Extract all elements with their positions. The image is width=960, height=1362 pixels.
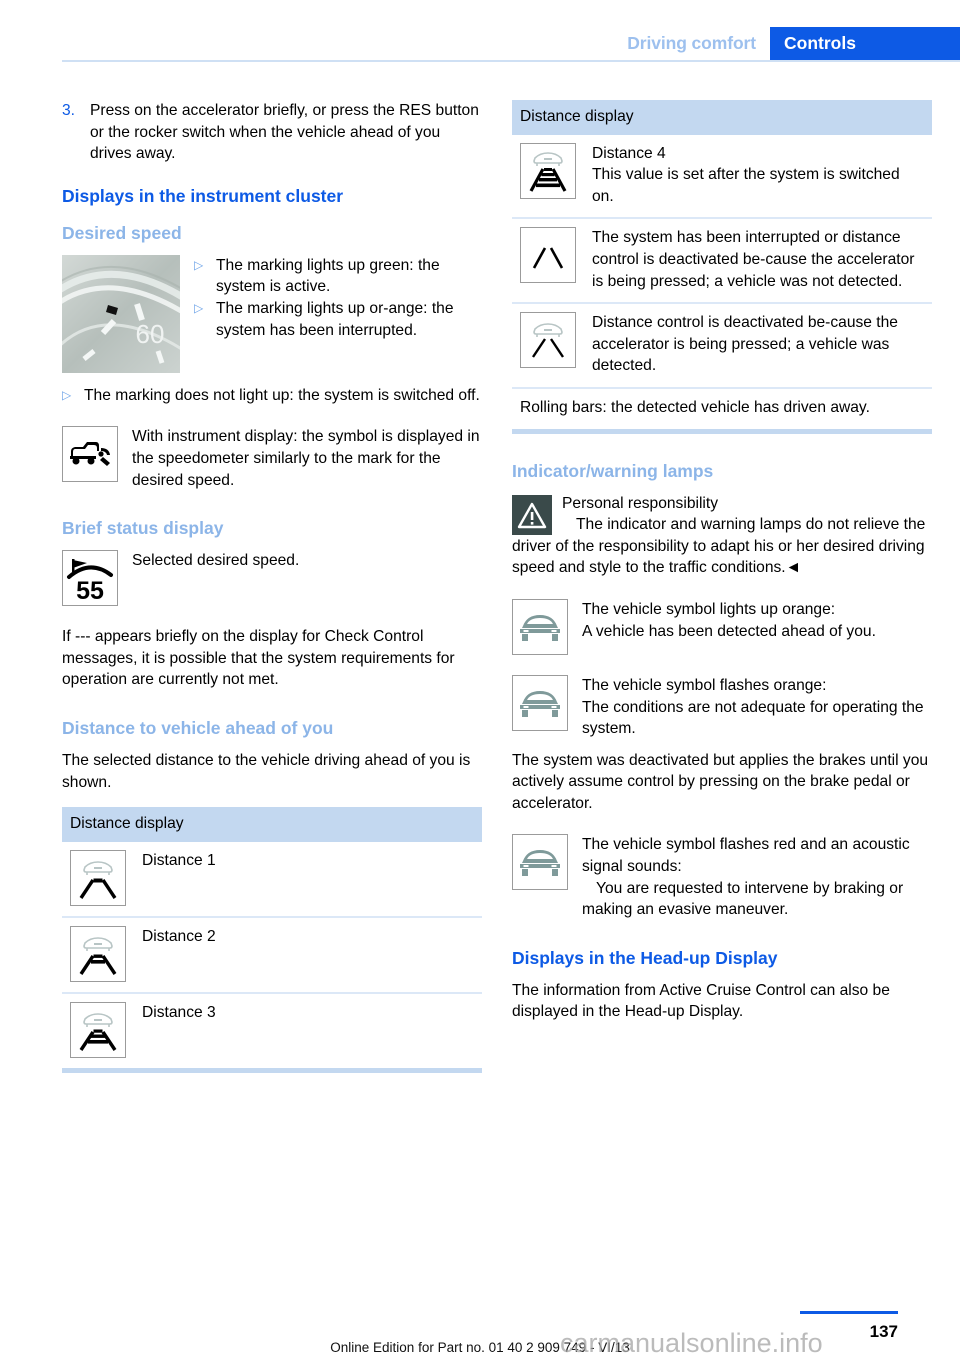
check-control-paragraph: If --- appears briefly on the display fo… bbox=[62, 628, 455, 689]
brief-status-text: Selected desired speed. bbox=[132, 552, 300, 570]
distance-1-icon bbox=[62, 842, 134, 917]
table-cell-text: Distance control is deactivated be-cause… bbox=[584, 302, 932, 388]
brief-status-row: 55 Selected desired speed. bbox=[62, 550, 482, 607]
bullet-item: ▷ The marking lights up green: the syste… bbox=[194, 255, 482, 298]
distance-4-icon bbox=[512, 135, 584, 219]
distance-interrupted-icon bbox=[512, 217, 584, 304]
table-cell-text: Distance 4 This value is set after the s… bbox=[584, 135, 932, 219]
bullet-item: ▷ The marking does not light up: the sys… bbox=[62, 385, 482, 407]
table-header-cell: Distance display bbox=[512, 100, 932, 135]
page-header: Driving comfort Controls bbox=[0, 0, 960, 62]
left-column: 3. Press on the accelerator briefly, or … bbox=[62, 100, 482, 1073]
bullet-triangle-icon: ▷ bbox=[194, 257, 204, 272]
table-row: Distance 4 This value is set after the s… bbox=[512, 135, 932, 219]
lamp-text: The conditions are not adequate for oper… bbox=[582, 698, 924, 738]
table-bottom-rule bbox=[62, 1067, 482, 1073]
distance-deactivated-icon bbox=[512, 302, 584, 388]
lamp-row-orange-steady: The vehicle symbol lights up orange: A v… bbox=[512, 598, 932, 655]
page-footer: 137 Online Edition for Part no. 01 40 2 … bbox=[0, 1292, 960, 1362]
vehicle-symbol-icon bbox=[512, 674, 568, 731]
numbered-step-3: 3. Press on the accelerator briefly, or … bbox=[62, 100, 482, 165]
lamp-title: The vehicle symbol flashes orange: bbox=[582, 676, 827, 694]
header-rule bbox=[62, 60, 960, 62]
table-cell-text: Distance 2 bbox=[134, 915, 482, 993]
distance-display-table-right: Distance display Distance 4 This value i… bbox=[512, 100, 932, 429]
heading-brief-status-display: Brief status display bbox=[62, 518, 224, 539]
distance-display-table-left: Distance display Distance 1 Distance 2 D… bbox=[62, 807, 482, 1068]
distance-2-icon bbox=[62, 915, 134, 993]
step-text: Press on the accelerator briefly, or pre… bbox=[90, 102, 479, 163]
table-header-cell: Distance display bbox=[62, 807, 482, 842]
table-cell-text: Distance 1 bbox=[142, 851, 216, 869]
table-row: Distance 3 bbox=[62, 991, 482, 1068]
lamp-row-red-flashing: The vehicle symbol flashes red and an ac… bbox=[512, 834, 932, 920]
table-cell-text: The system has been interrupted or dista… bbox=[584, 217, 932, 304]
heading-distance-to-vehicle: Distance to vehicle ahead of you bbox=[62, 717, 334, 738]
warning-title: Personal responsibility bbox=[562, 494, 719, 512]
table-cell-text: Distance 3 bbox=[134, 991, 482, 1068]
heading-desired-speed: Desired speed bbox=[62, 222, 182, 243]
acc-car-symbol-icon bbox=[62, 426, 118, 483]
speedo-label: 60 bbox=[136, 319, 165, 349]
lamp-text-block: The vehicle symbol lights up orange: A v… bbox=[582, 599, 932, 642]
warning-block: Personal responsibility The indicator an… bbox=[512, 493, 932, 579]
deactivated-paragraph: The system was deactivated but applies t… bbox=[512, 751, 929, 812]
warning-text: The indicator and warning lamps do not r… bbox=[512, 516, 926, 577]
table-row: Distance control is deactivated be-cause… bbox=[512, 302, 932, 388]
table-row: Distance 1 bbox=[62, 842, 482, 917]
table-row: The system has been interrupted or dista… bbox=[512, 217, 932, 304]
watermark-text: carmanualsonline.info bbox=[560, 1328, 823, 1358]
heading-displays-instrument-cluster: Displays in the instrument cluster bbox=[62, 185, 344, 206]
heading-head-up-display: Displays in the Head-up Display bbox=[512, 947, 778, 968]
header-tabs: Driving comfort Controls bbox=[617, 27, 960, 60]
desired-speed-55-icon: 55 bbox=[62, 550, 118, 607]
vehicle-symbol-icon bbox=[512, 834, 568, 891]
lamp-text: A vehicle has been detected ahead of you… bbox=[582, 622, 876, 640]
vehicle-symbol-icon bbox=[512, 598, 568, 655]
distance-4-title: Distance 4 bbox=[592, 144, 666, 162]
bullet-triangle-icon: ▷ bbox=[62, 387, 72, 402]
lamp-text-block: The vehicle symbol flashes orange: The c… bbox=[582, 675, 932, 740]
table-note: Rolling bars: the detected vehicle has d… bbox=[512, 386, 932, 429]
acc-symbol-text: With instrument display: the symbol is d… bbox=[132, 428, 480, 489]
lamp-title: The vehicle symbol lights up orange: bbox=[582, 600, 836, 618]
bullet-triangle-icon: ▷ bbox=[194, 300, 204, 315]
header-section-label: Controls bbox=[770, 27, 960, 60]
lamp-text-block: The vehicle symbol flashes red and an ac… bbox=[582, 834, 932, 920]
page-number: 137 bbox=[869, 1322, 898, 1341]
warning-triangle-icon bbox=[512, 494, 552, 535]
table-row: Distance 2 bbox=[62, 915, 482, 993]
header-chapter-label: Driving comfort bbox=[627, 33, 756, 53]
bullet-text: The marking does not light up: the syste… bbox=[84, 386, 480, 404]
lamp-text: You are requested to intervene by brakin… bbox=[582, 879, 904, 919]
lamp-title: The vehicle symbol flashes red and an ac… bbox=[582, 836, 910, 876]
right-column: Distance display Distance 4 This value i… bbox=[512, 100, 932, 1023]
speed-value-label: 55 bbox=[76, 577, 104, 605]
footer-rule bbox=[800, 1311, 898, 1314]
speedometer-image: 60 bbox=[62, 254, 180, 373]
acc-symbol-row: With instrument display: the symbol is d… bbox=[62, 426, 482, 491]
bullet-item: ▷ The marking lights up or-ange: the sys… bbox=[194, 298, 482, 341]
step-number: 3. bbox=[62, 102, 76, 119]
distance-3-icon bbox=[62, 991, 134, 1068]
distance-4-text: This value is set after the system is sw… bbox=[592, 166, 900, 205]
bullet-text: The marking lights up green: the system … bbox=[216, 256, 440, 296]
heading-indicator-warning-lamps: Indicator/warning lamps bbox=[512, 460, 714, 481]
lamp-row-orange-flashing: The vehicle symbol flashes orange: The c… bbox=[512, 674, 932, 740]
distance-intro-paragraph: The selected distance to the vehicle dri… bbox=[62, 751, 471, 791]
bullet-text: The marking lights up or-ange: the syste… bbox=[216, 299, 454, 339]
hud-paragraph: The information from Active Cruise Contr… bbox=[512, 981, 890, 1021]
